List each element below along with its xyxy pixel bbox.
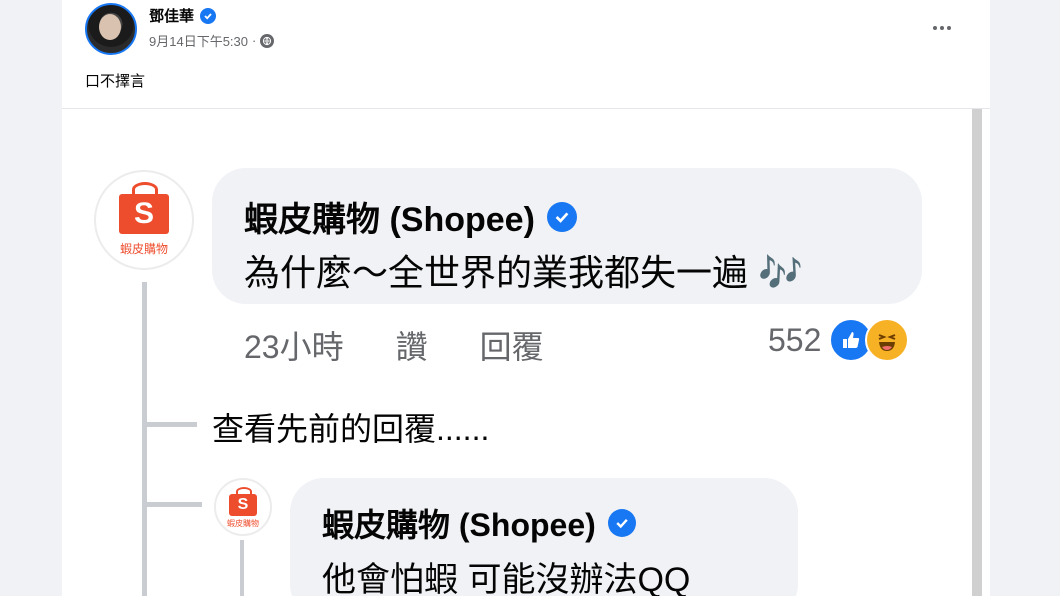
screenshot-scrollbar	[972, 100, 982, 596]
comment-screenshot-image: ▪▪ ▪▪▪▪ ▪▪▪ ▪▪ ▪▪▪▪ ▪▪ ▪▪▪ ▪▪ ▪▪▪ ▪▪ ▪▪ …	[62, 92, 990, 596]
author-name[interactable]: 鄧佳華	[149, 5, 194, 26]
header-divider	[62, 108, 990, 109]
post-header: 鄧佳華 9月14日下午5:30 · 口不擇言	[62, 0, 990, 108]
post-meta: 9月14日下午5:30 ·	[149, 31, 275, 50]
reply-bubble: 蝦皮購物 (Shopee) 他會怕蝦 可能沒辦法QQ	[290, 478, 798, 596]
comment-author-name[interactable]: 蝦皮購物 (Shopee)	[244, 192, 535, 241]
author-row: 鄧佳華	[149, 5, 217, 26]
haha-reaction-icon	[865, 318, 910, 362]
reply-author-row: 蝦皮購物 (Shopee)	[322, 500, 636, 546]
avatar-label: 蝦皮購物	[227, 519, 259, 528]
view-previous-replies-link[interactable]: 查看先前的回覆......	[212, 404, 489, 450]
avatar-face	[99, 14, 121, 40]
comment-actions: 23小時 讚 回覆	[244, 322, 544, 368]
meta-separator: ·	[252, 33, 257, 48]
author-avatar[interactable]	[85, 3, 137, 55]
comment-text: 為什麼～全世界的業我都失一遍 🎶	[244, 252, 803, 293]
post-timestamp[interactable]: 9月14日下午5:30	[149, 31, 248, 50]
globe-icon[interactable]	[260, 33, 275, 48]
shopee-bag-icon: S	[119, 182, 169, 234]
thread-connector-1	[142, 422, 197, 427]
verified-badge-icon	[607, 509, 636, 537]
shopee-avatar[interactable]: S 蝦皮購物	[94, 170, 194, 270]
shopee-reply-avatar[interactable]: S 蝦皮購物	[214, 478, 272, 536]
thread-connector-2	[142, 502, 202, 507]
shopee-bag-icon: S	[229, 487, 257, 516]
comment-author-row: 蝦皮購物 (Shopee)	[244, 192, 577, 241]
avatar-label: 蝦皮購物	[119, 242, 168, 256]
comment-time[interactable]: 23小時	[244, 322, 344, 368]
thread-line-reply	[240, 540, 244, 596]
verified-badge-icon	[546, 201, 577, 232]
more-options-icon[interactable]	[922, 16, 962, 40]
reply-author-name[interactable]: 蝦皮購物 (Shopee)	[322, 500, 596, 546]
reaction-count: 552	[768, 321, 822, 358]
like-button[interactable]: 讚	[396, 322, 428, 368]
reply-text: 他會怕蝦 可能沒辦法QQ	[322, 561, 691, 596]
verified-badge-icon	[200, 7, 217, 24]
reactions-summary[interactable]: 552	[768, 318, 910, 362]
reply-button[interactable]: 回覆	[480, 322, 544, 368]
comment-bubble: 蝦皮購物 (Shopee) 為什麼～全世界的業我都失一遍 🎶	[212, 168, 922, 304]
facebook-post: 鄧佳華 9月14日下午5:30 · 口不擇言 ▪▪ ▪▪▪▪ ▪▪▪ ▪▪ ▪▪…	[62, 0, 990, 596]
thread-line-main	[142, 282, 147, 596]
post-caption: 口不擇言	[85, 73, 146, 90]
